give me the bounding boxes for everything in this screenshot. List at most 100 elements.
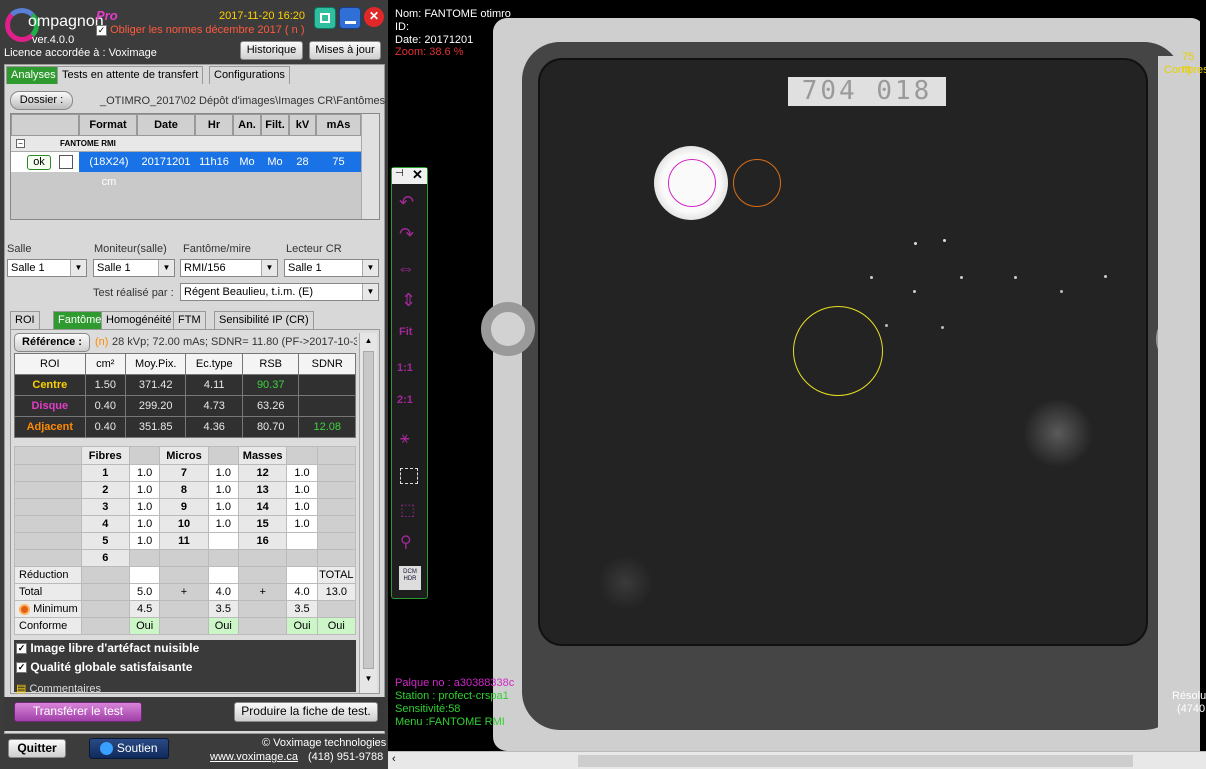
row-checkbox[interactable] <box>59 155 73 169</box>
scroll-thumb[interactable] <box>578 755 1133 767</box>
transferer-button[interactable]: Transférer le test <box>14 702 142 722</box>
cell-hr: 11h16 <box>199 156 229 168</box>
subtab-roi[interactable]: ROI <box>10 311 40 329</box>
version-label: ver.4.0.0 <box>32 34 75 46</box>
roi-adjacent-circle[interactable] <box>733 159 781 207</box>
table-row[interactable]: ok (18X24) cm 20171201 11h16 Mo Mo 28 75 <box>11 152 361 188</box>
qualite-checkbox[interactable]: ✓ Qualité globale satisfaisante <box>16 660 192 674</box>
chevron-down-icon[interactable]: ▼ <box>362 284 378 300</box>
rotate-right-icon[interactable]: ↷ <box>399 224 414 245</box>
image-viewer[interactable]: 704 018 Nom: FANTOME otimro ID: Date: 20… <box>388 0 1206 769</box>
fantome-select[interactable]: RMI/156 ▼ <box>180 259 278 277</box>
fit-icon[interactable]: Fit <box>399 326 412 338</box>
micro-score[interactable] <box>207 532 239 550</box>
minimum-label: Minimum <box>33 603 78 615</box>
micro-score[interactable]: 1.0 <box>207 481 239 499</box>
moy-header: Moy.Pix. <box>124 353 187 375</box>
crop-icon[interactable]: ⬚ <box>400 500 415 520</box>
fibre-score[interactable]: 1.0 <box>128 532 161 550</box>
historique-button[interactable]: Historique <box>240 41 303 60</box>
roi-moy: 371.42 <box>124 374 187 396</box>
reference-button[interactable]: Référence : <box>14 333 90 352</box>
masse-score[interactable]: 1.0 <box>286 498 318 516</box>
tab-analyses[interactable]: Analyses <box>6 66 61 84</box>
micro-num: 10 <box>159 515 209 533</box>
roi-centre-circle[interactable] <box>793 306 883 396</box>
grid-scrollbar[interactable] <box>361 114 379 219</box>
chevron-left-icon[interactable]: ‹ <box>392 753 396 765</box>
magnify-icon[interactable]: ⚲ <box>400 532 412 552</box>
group-row[interactable]: − FANTOME RMI <box>11 136 361 152</box>
chevron-down-icon[interactable]: ▼ <box>261 260 277 276</box>
subtab-sensibilite[interactable]: Sensibilité IP (CR) <box>214 311 314 329</box>
norms-checkbox[interactable]: ✓ Obliger les normes décembre 2017 ( n ) <box>96 24 305 36</box>
lecteur-select[interactable]: Salle 1 ▼ <box>284 259 379 277</box>
checkbox-icon[interactable]: ✓ <box>96 24 107 36</box>
subtab-ftm[interactable]: FTM <box>173 311 206 329</box>
artefact-checkbox[interactable]: ✓ Image libre d'artéfact nuisible <box>16 641 199 655</box>
chevron-down-icon[interactable]: ▼ <box>360 671 377 687</box>
rotate-left-icon[interactable]: ↶ <box>399 192 414 213</box>
logo-text: ompagnon <box>28 13 104 30</box>
zoom-2-1-icon[interactable]: 2:1 <box>397 394 413 406</box>
row-selected[interactable]: (18X24) cm 20171201 11h16 Mo Mo 28 75 <box>79 152 361 188</box>
roi-disque-circle[interactable] <box>668 159 716 207</box>
cell-filt: Mo <box>267 156 283 168</box>
chevron-down-icon[interactable]: ▼ <box>362 260 378 276</box>
moniteur-select[interactable]: Salle 1 ▼ <box>93 259 175 277</box>
subtab-fantome[interactable]: Fantôme <box>53 311 107 329</box>
fibre-score[interactable]: 1.0 <box>128 498 161 516</box>
horizontal-scrollbar[interactable]: ‹ <box>388 751 1206 769</box>
content-scrollbar[interactable]: ▲ ▼ <box>359 333 377 693</box>
masse-score[interactable]: 1.0 <box>286 481 318 499</box>
collapse-icon[interactable]: − <box>16 139 25 148</box>
produire-button[interactable]: Produire la fiche de test. <box>234 702 378 722</box>
fibre-score[interactable]: 1.0 <box>128 464 161 482</box>
zoom-1-1-icon[interactable]: 1:1 <box>397 362 413 374</box>
close-icon[interactable]: ✕ <box>412 167 423 183</box>
mises-a-jour-button[interactable]: Mises à jour <box>309 41 381 60</box>
dicom-header-icon[interactable]: DCM HDR <box>399 566 421 590</box>
fibre-score[interactable]: 1.0 <box>128 515 161 533</box>
masse-score[interactable]: 1.0 <box>286 515 318 533</box>
info-date: Date: 20171201 <box>395 34 474 46</box>
tab-configurations[interactable]: Configurations <box>209 66 290 84</box>
masse-score[interactable] <box>286 532 318 550</box>
restore-window-button[interactable] <box>314 7 336 29</box>
quitter-button[interactable]: Quitter <box>8 739 66 758</box>
minimize-window-button[interactable] <box>339 7 361 29</box>
tab-tests-attente[interactable]: Tests en attente de transfert <box>57 66 204 84</box>
masse-score[interactable]: 1.0 <box>286 464 318 482</box>
licence-label: Licence accordée à : Voximage <box>4 47 157 59</box>
roi-moy: 351.85 <box>124 416 187 438</box>
flip-horizontal-icon[interactable]: ⇔ <box>397 258 415 279</box>
palette-header[interactable]: ⊣ ✕ <box>392 167 427 184</box>
website-link[interactable]: www.voximage.ca <box>210 751 298 763</box>
commentaires-row[interactable]: ▤ Commentaires <box>16 682 101 695</box>
phantom-label: 704 018 <box>788 77 946 106</box>
micro-score[interactable]: 1.0 <box>207 498 239 516</box>
subtab-homogeneite[interactable]: Homogénéité <box>101 311 177 329</box>
chevron-up-icon[interactable]: ▲ <box>360 333 377 349</box>
soutien-button[interactable]: Soutien <box>89 738 169 759</box>
dossier-button[interactable]: Dossier : <box>10 91 73 110</box>
chevron-down-icon[interactable]: ▼ <box>70 260 86 276</box>
micro-score[interactable]: 1.0 <box>207 464 239 482</box>
micro-score[interactable]: 1.0 <box>207 515 239 533</box>
close-window-button[interactable]: ✕ <box>364 7 384 27</box>
scroll-thumb[interactable] <box>363 351 374 669</box>
pin-icon[interactable]: ⊣ <box>395 168 404 179</box>
micro-num: 8 <box>159 481 209 499</box>
chevron-down-icon[interactable]: ▼ <box>158 260 174 276</box>
checkbox-icon[interactable]: ✓ <box>16 643 27 655</box>
checkbox-icon[interactable]: ✓ <box>16 662 27 674</box>
fibre-score[interactable] <box>128 549 161 567</box>
roi-row-adjacent: Adjacent 0.40 351.85 4.36 80.70 12.08 <box>14 416 356 438</box>
test-select[interactable]: Régent Beaulieu, t.i.m. (E) ▼ <box>180 283 379 301</box>
flip-vertical-icon[interactable]: ⇕ <box>401 290 416 311</box>
select-roi-icon[interactable] <box>400 468 418 484</box>
salle-select[interactable]: Salle 1 ▼ <box>7 259 87 277</box>
window-level-icon[interactable]: ⚹ <box>400 430 410 448</box>
fibre-score[interactable]: 1.0 <box>128 481 161 499</box>
frame-right <box>1158 56 1202 751</box>
